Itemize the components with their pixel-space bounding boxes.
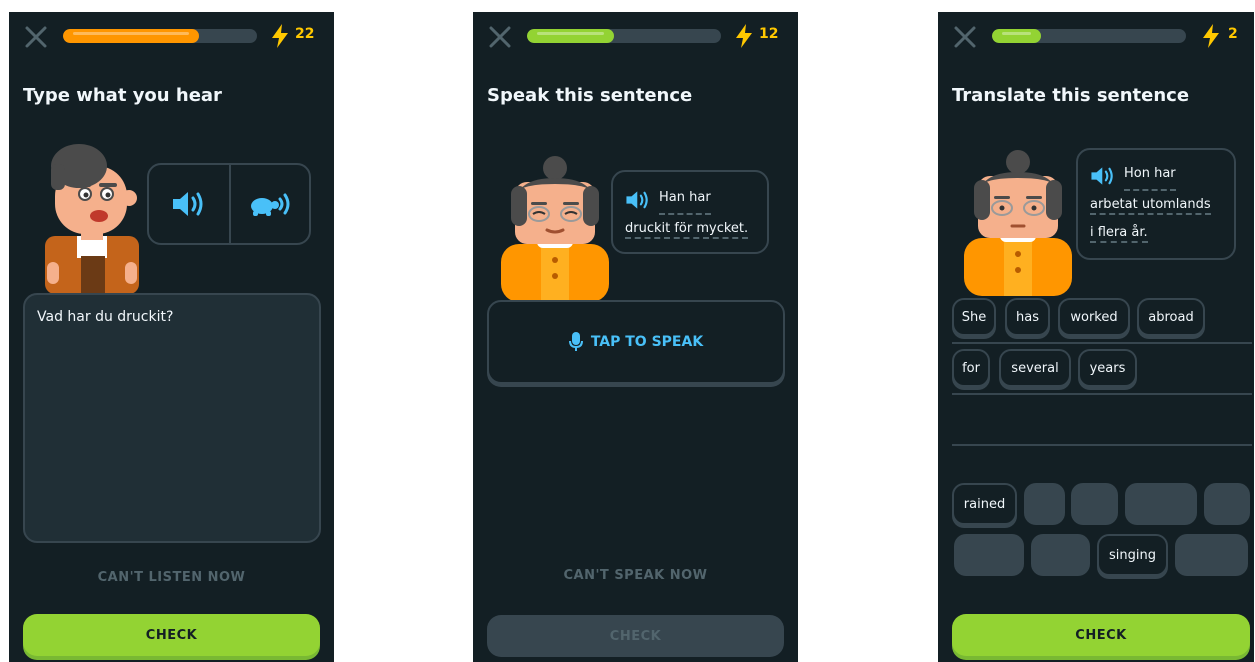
tap-to-speak-label: TAP TO SPEAK	[590, 334, 704, 350]
close-icon[interactable]	[487, 24, 513, 50]
prompt-sentence: Hon har arbetat utomlands i flera år.	[1090, 160, 1211, 247]
play-slow-audio-button[interactable]	[231, 165, 309, 243]
bank-empty-slot	[1204, 483, 1250, 525]
bank-empty-slot	[954, 534, 1024, 576]
page-title: Translate this sentence	[952, 85, 1190, 106]
bank-empty-slot	[1175, 534, 1248, 576]
prompt-bubble: Han har druckit för mycket.	[611, 170, 769, 254]
close-icon[interactable]	[952, 24, 978, 50]
page-title: Speak this sentence	[487, 85, 693, 106]
bank-empty-slot	[1024, 483, 1065, 525]
answer-word-tile[interactable]: worked	[1058, 298, 1130, 336]
prompt-line[interactable]: druckit för mycket.	[625, 221, 749, 239]
prompt-line[interactable]: Han har	[659, 184, 711, 215]
prompt-line[interactable]: Hon har	[1124, 160, 1176, 191]
cant-speak-button[interactable]: CAN'T SPEAK NOW	[473, 568, 798, 583]
check-button[interactable]: CHECK	[487, 615, 784, 657]
prompt-sentence: Han har druckit för mycket.	[625, 184, 749, 243]
answer-word-tile[interactable]: for	[952, 349, 990, 387]
bank-empty-slot	[1125, 483, 1197, 525]
speaker-icon	[173, 192, 203, 216]
screen-speak-this-sentence: 12 Speak this sentence Han har druckit f…	[473, 12, 798, 662]
bank-empty-slot	[1031, 534, 1090, 576]
answer-word-tile[interactable]: has	[1005, 298, 1050, 336]
answer-word-tile[interactable]: abroad	[1137, 298, 1205, 336]
progress-bar	[527, 29, 721, 43]
progress-bar	[63, 29, 257, 43]
lightning-icon	[272, 24, 288, 48]
answer-text: Vad har du druckit?	[37, 309, 174, 325]
speaker-icon[interactable]	[1090, 165, 1116, 187]
microphone-icon	[568, 332, 583, 351]
prompt-line[interactable]: arbetat utomlands	[1090, 197, 1211, 215]
screen-type-what-you-hear: 22 Type what you hear Vad har du druckit…	[9, 12, 334, 662]
progress-fill	[527, 29, 615, 43]
answer-word-tile[interactable]: She	[952, 298, 996, 336]
prompt-line[interactable]: i flera år.	[1090, 225, 1148, 243]
answer-word-tile[interactable]: several	[999, 349, 1071, 387]
cant-listen-button[interactable]: CAN'T LISTEN NOW	[9, 570, 334, 585]
lightning-icon	[1203, 24, 1219, 48]
progress-fill	[63, 29, 199, 43]
answer-word-tile[interactable]: years	[1078, 349, 1137, 387]
bank-empty-slot	[1071, 483, 1118, 525]
check-button[interactable]: CHECK	[952, 614, 1250, 656]
progress-bar	[992, 29, 1186, 43]
speaker-icon[interactable]	[625, 189, 651, 211]
bank-word-tile[interactable]: singing	[1097, 534, 1168, 576]
streak-count: 22	[295, 26, 315, 42]
page-title: Type what you hear	[23, 85, 222, 106]
tap-to-speak-button[interactable]: TAP TO SPEAK	[487, 300, 785, 384]
progress-fill	[992, 29, 1041, 43]
answer-line	[952, 444, 1252, 446]
turtle-icon	[251, 193, 290, 216]
streak-count: 2	[1228, 26, 1238, 42]
character-illustration	[964, 150, 1072, 296]
close-icon[interactable]	[23, 24, 49, 50]
answer-line	[952, 393, 1252, 395]
answer-textarea[interactable]: Vad har du druckit?	[23, 293, 321, 543]
answer-line	[952, 342, 1252, 344]
character-illustration	[501, 156, 609, 302]
streak-count: 12	[759, 26, 779, 42]
screen-translate-this-sentence: 2 Translate this sentence Hon har arbeta…	[938, 12, 1254, 662]
lightning-icon	[736, 24, 752, 48]
prompt-bubble: Hon har arbetat utomlands i flera år.	[1076, 148, 1236, 260]
audio-bubble	[147, 163, 311, 245]
play-audio-button[interactable]	[149, 165, 231, 243]
bank-word-tile[interactable]: rained	[952, 483, 1017, 525]
check-button[interactable]: CHECK	[23, 614, 320, 656]
character-illustration	[45, 144, 139, 294]
